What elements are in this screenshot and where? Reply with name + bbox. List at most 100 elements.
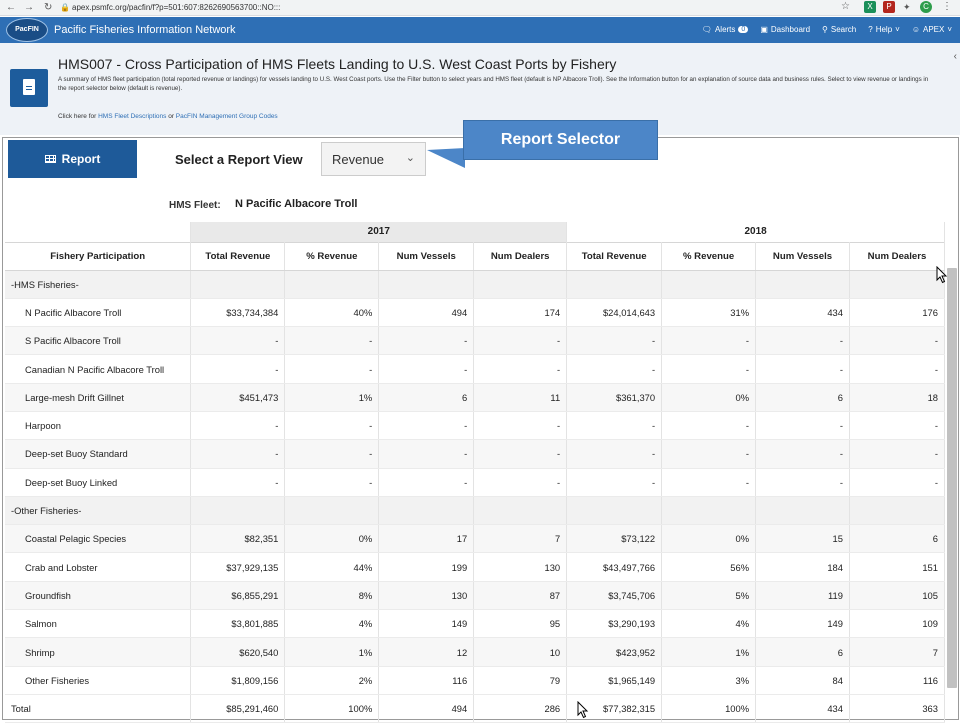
value-cell: 6	[378, 383, 475, 412]
value-cell: 4%	[661, 609, 757, 639]
value-cell	[473, 270, 568, 299]
value-cell: $423,952	[566, 637, 663, 667]
pdf-extension-icon[interactable]: P	[883, 1, 895, 13]
value-cell: 105	[849, 581, 946, 611]
chevron-down-icon: ˅	[947, 25, 952, 34]
app-title[interactable]: Pacific Fisheries Information Network	[54, 24, 236, 36]
column-header[interactable]: Fishery Participation	[5, 241, 192, 271]
table-row: Crab and Lobster $37,929,135 44% 199 130 $43,…	[5, 552, 946, 582]
chevron-left-icon[interactable]: ‹	[954, 51, 957, 62]
search-link[interactable]: ⚲ Search	[822, 25, 856, 34]
fishery-name-cell: -Other Fisheries-	[5, 496, 192, 526]
value-cell: -	[566, 354, 663, 384]
value-cell: $85,291,460	[190, 694, 286, 723]
value-cell: -	[284, 326, 380, 356]
fishery-name-cell: Groundfish	[5, 581, 192, 611]
table-row: Harpoon - - - - - - - -	[5, 411, 946, 441]
address-bar[interactable]: apex.psmfc.org/pacfin/f?p=501:607:826269…	[72, 3, 280, 12]
column-header[interactable]: Num Dealers	[849, 241, 946, 271]
value-cell: 100%	[661, 694, 757, 723]
value-cell: $33,734,384	[190, 298, 286, 328]
browser-menu-icon[interactable]: ⋮	[942, 1, 952, 12]
value-cell: 31%	[661, 298, 757, 328]
value-cell: 6	[849, 524, 946, 554]
value-cell: 149	[378, 609, 475, 639]
value-cell	[755, 270, 850, 299]
value-cell: 17	[378, 524, 475, 554]
value-cell	[284, 496, 380, 526]
report-button[interactable]: Report	[8, 140, 137, 178]
back-arrow-icon[interactable]: ←	[6, 2, 16, 13]
value-cell: -	[284, 411, 380, 441]
pacfin-logo[interactable]: PacFIN	[6, 18, 48, 42]
value-cell: 286	[473, 694, 568, 723]
table-icon	[44, 155, 56, 163]
value-cell: 15	[755, 524, 850, 554]
value-cell: 494	[378, 298, 475, 328]
profile-avatar[interactable]: C	[920, 1, 932, 13]
table-row: Canadian N Pacific Albacore Troll - - - - - - -…	[5, 354, 946, 384]
total-row: Total $85,291,460 100% 494 286 $77,382,315 100…	[5, 694, 946, 723]
user-menu[interactable]: ☺ APEX ˅	[912, 25, 952, 34]
bookmark-star-icon[interactable]: ☆	[841, 1, 850, 12]
table-row: Other Fisheries $1,809,156 2% 116 79 $1,965,1…	[5, 666, 946, 695]
value-cell: 6	[755, 637, 850, 667]
hms-fleet-descriptions-link[interactable]: HMS Fleet Descriptions	[98, 113, 166, 120]
value-cell: 8%	[284, 581, 380, 611]
value-cell: 100%	[284, 694, 380, 723]
reload-icon[interactable]: ↻	[44, 2, 52, 13]
dashboard-link[interactable]: ▣ Dashboard	[760, 25, 810, 34]
group-header-row: -HMS Fisheries-	[5, 270, 946, 299]
column-header[interactable]: Total Revenue	[190, 241, 286, 271]
value-cell	[849, 270, 946, 299]
value-cell	[473, 496, 568, 526]
value-cell: -	[661, 411, 757, 441]
value-cell: -	[378, 439, 475, 469]
value-cell: 95	[473, 609, 568, 639]
alerts-link[interactable]: 🗨 Alerts 0	[702, 25, 749, 34]
value-cell: 363	[849, 694, 946, 723]
value-cell: 56%	[661, 552, 757, 582]
column-header[interactable]: Num Vessels	[378, 241, 475, 271]
value-cell: 174	[473, 298, 568, 328]
fishery-name-cell: Crab and Lobster	[5, 552, 192, 582]
column-header[interactable]: % Revenue	[661, 241, 757, 271]
fishery-name-cell: Shrimp	[5, 637, 192, 667]
value-cell: -	[661, 326, 757, 356]
report-view-select[interactable]: Revenue ⌄	[321, 142, 426, 176]
value-cell: 116	[849, 666, 946, 695]
column-header[interactable]: % Revenue	[284, 241, 380, 271]
value-cell: 434	[755, 298, 850, 328]
value-cell: 11	[473, 383, 568, 412]
management-group-codes-link[interactable]: PacFIN Management Group Codes	[176, 113, 278, 120]
value-cell: 79	[473, 666, 568, 695]
forward-arrow-icon[interactable]: →	[24, 2, 34, 13]
table-row: Groundfish $6,855,291 8% 130 87 $3,745,706 5% 1…	[5, 581, 946, 611]
value-cell	[378, 496, 475, 526]
table-row: N Pacific Albacore Troll $33,734,384 40% 49…	[5, 298, 946, 328]
fishery-name-cell: Salmon	[5, 609, 192, 639]
help-menu[interactable]: ? Help ˅	[868, 25, 900, 34]
value-cell: $361,370	[566, 383, 663, 412]
value-cell: -	[661, 468, 757, 497]
value-cell: $1,809,156	[190, 666, 286, 695]
value-cell: -	[566, 326, 663, 356]
value-cell: 199	[378, 552, 475, 582]
table-row: Large-mesh Drift Gillnet $451,473 1% 6 11 $36…	[5, 383, 946, 412]
browser-toolbar: ← → ↻ 🔒 apex.psmfc.org/pacfin/f?p=501:60…	[0, 0, 960, 16]
value-cell: -	[378, 468, 475, 497]
fishery-name-cell: S Pacific Albacore Troll	[5, 326, 192, 356]
page-title: HMS007 - Cross Participation of HMS Flee…	[58, 56, 617, 72]
column-header[interactable]: Total Revenue	[566, 241, 663, 271]
chevron-down-icon: ⌄	[405, 152, 415, 164]
column-header[interactable]: Num Vessels	[755, 241, 850, 271]
vertical-scrollbar[interactable]	[947, 268, 957, 688]
value-cell: 494	[378, 694, 475, 723]
value-cell: $3,801,885	[190, 609, 286, 639]
column-header[interactable]: Num Dealers	[473, 241, 568, 271]
value-cell: 176	[849, 298, 946, 328]
puzzle-extensions-icon[interactable]: ✦	[903, 2, 911, 13]
value-cell: 130	[473, 552, 568, 582]
fishery-name-cell: Total	[5, 694, 192, 723]
extension-icon[interactable]: X	[864, 1, 876, 13]
